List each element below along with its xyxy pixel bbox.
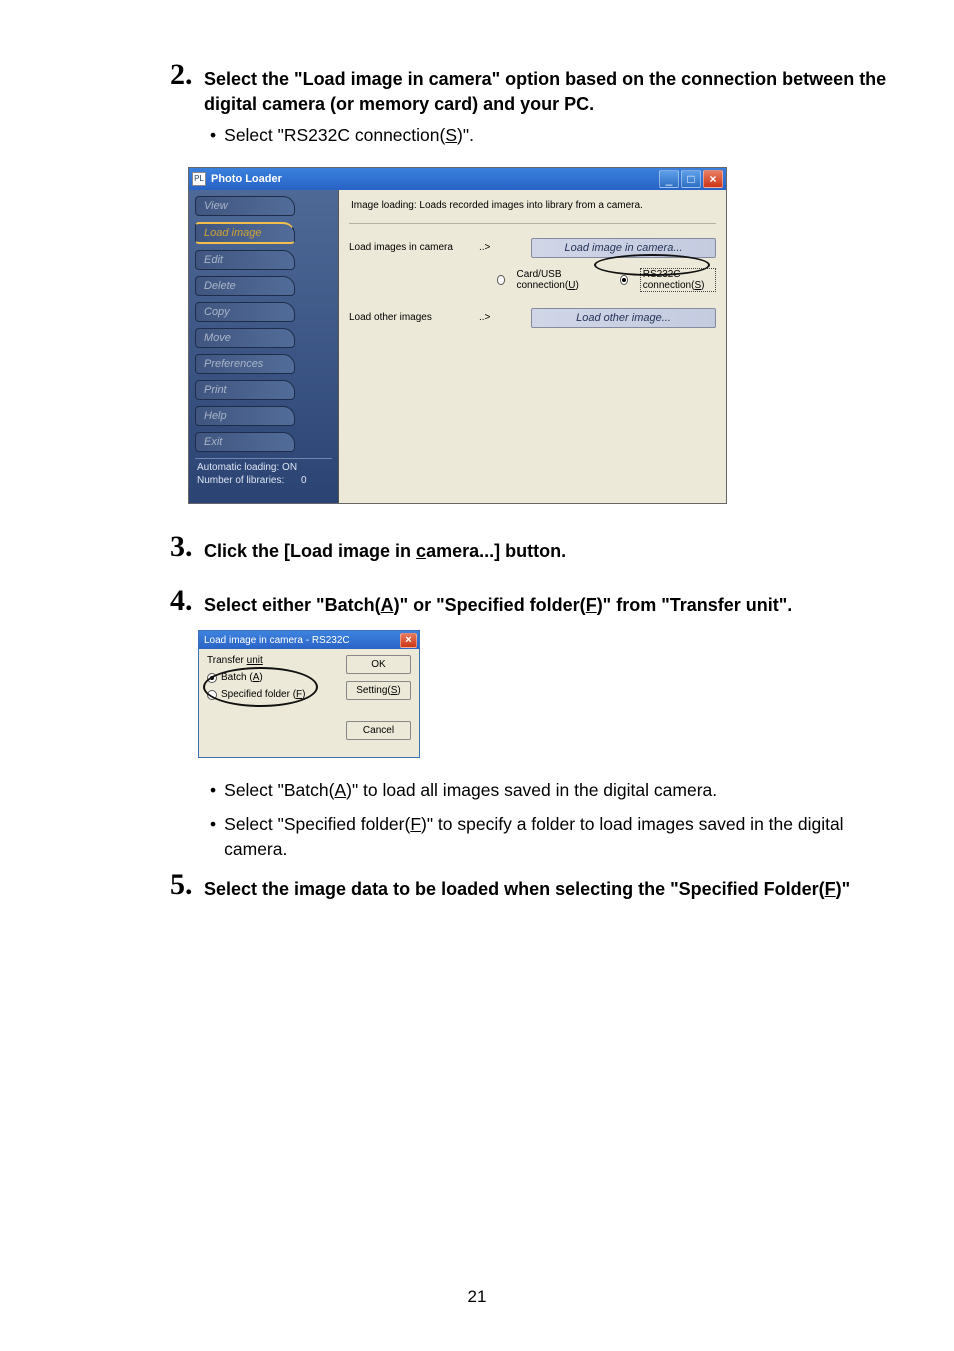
step-number: 5. — [170, 868, 202, 900]
sidebar: View Load image Edit Delete Copy Move Pr… — [189, 190, 339, 503]
transfer-unit-label: Transfer unit — [207, 655, 306, 666]
radio-batch-label: Batch (A) — [221, 672, 263, 683]
row-label-load-camera: Load images in camera — [349, 242, 479, 253]
step-number: 3. — [170, 530, 202, 562]
step-number: 2. — [170, 58, 202, 90]
radio-rs232c-label: RS232C connection(S) — [640, 268, 716, 292]
radio-specified-folder-label: Specified folder (F) — [221, 689, 306, 700]
sidebar-item-load-image[interactable]: Load image — [195, 222, 295, 244]
sidebar-item-print[interactable]: Print — [195, 380, 295, 400]
arrow-icon: ..> — [479, 242, 497, 253]
radio-specified-folder[interactable] — [207, 690, 217, 700]
radio-card-usb-label: Card/USB connection(U) — [517, 269, 593, 291]
load-image-in-camera-button[interactable]: Load image in camera... — [531, 238, 716, 258]
step-number: 4. — [170, 584, 202, 616]
radio-batch[interactable] — [207, 673, 217, 683]
sidebar-item-edit[interactable]: Edit — [195, 250, 295, 270]
radio-card-usb[interactable] — [497, 275, 505, 285]
app-icon: PL — [192, 172, 206, 186]
bullet: • — [210, 812, 216, 863]
step-2-bullet: Select "RS232C connection(S)". — [224, 123, 474, 148]
step-2-text: Select the "Load image in camera" option… — [204, 58, 890, 117]
sidebar-item-help[interactable]: Help — [195, 406, 295, 426]
sidebar-item-exit[interactable]: Exit — [195, 432, 295, 452]
titlebar: PL Photo Loader _ □ × — [189, 168, 726, 190]
window-title: Photo Loader — [211, 173, 659, 185]
step-4-bullet-2: Select "Specified folder(F)" to specify … — [224, 812, 890, 863]
row-label-load-other: Load other images — [349, 312, 479, 323]
radio-rs232c[interactable] — [620, 275, 628, 285]
step-3-text: Click the [Load image in camera...] butt… — [204, 530, 566, 564]
cancel-button[interactable]: Cancel — [346, 721, 411, 740]
step-5-text: Select the image data to be loaded when … — [204, 868, 850, 902]
dialog-close-button[interactable]: × — [400, 633, 417, 648]
arrow-icon: ..> — [479, 312, 497, 323]
sidebar-item-preferences[interactable]: Preferences — [195, 354, 295, 374]
close-button[interactable]: × — [703, 170, 723, 188]
page-number: 21 — [0, 1287, 954, 1307]
sidebar-item-view[interactable]: View — [195, 196, 295, 216]
main-pane: Image loading: Loads recorded images int… — [339, 190, 726, 503]
ok-button[interactable]: OK — [346, 655, 411, 674]
step-4-text: Select either "Batch(A)" or "Specified f… — [204, 584, 792, 618]
sidebar-item-delete[interactable]: Delete — [195, 276, 295, 296]
sidebar-item-copy[interactable]: Copy — [195, 302, 295, 322]
minimize-button[interactable]: _ — [659, 170, 679, 188]
load-other-image-button[interactable]: Load other image... — [531, 308, 716, 328]
status-box: Automatic loading: ON Number of librarie… — [195, 458, 332, 488]
setting-button[interactable]: Setting(S) — [346, 681, 411, 700]
bullet: • — [210, 123, 216, 148]
step-4-bullet-1: Select "Batch(A)" to load all images sav… — [224, 778, 717, 803]
sidebar-item-move[interactable]: Move — [195, 328, 295, 348]
dialog-title: Load image in camera - RS232C — [204, 635, 400, 646]
transfer-unit-dialog: Load image in camera - RS232C × Transfer… — [198, 630, 420, 758]
pane-description: Image loading: Loads recorded images int… — [349, 196, 716, 224]
bullet: • — [210, 778, 216, 803]
photo-loader-window: PL Photo Loader _ □ × View Load image Ed… — [188, 167, 727, 504]
maximize-button[interactable]: □ — [681, 170, 701, 188]
